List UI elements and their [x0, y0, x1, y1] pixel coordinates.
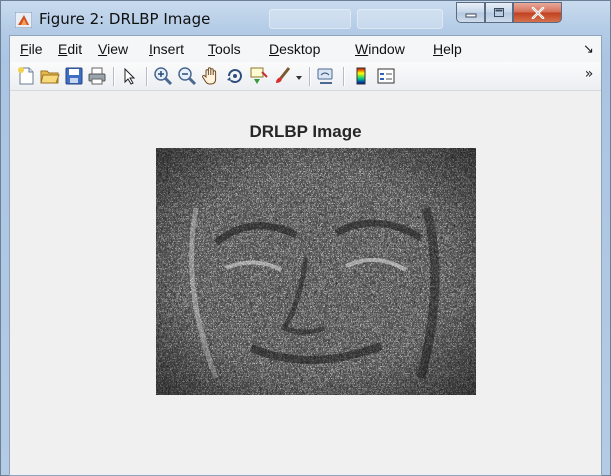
background-tab-ghost: [269, 9, 351, 29]
colorbar-icon[interactable]: [351, 66, 371, 86]
brush-dropdown-icon[interactable]: [293, 66, 305, 86]
background-tab-ghost: [357, 9, 443, 29]
minimize-button[interactable]: [456, 2, 485, 23]
menu-window[interactable]: Window: [355, 41, 405, 57]
figure-window: Figure 2: DRLBP Image File Edit View Ins…: [0, 0, 611, 476]
link-plot-icon[interactable]: [316, 66, 336, 86]
figure-toolbar: »: [10, 62, 601, 91]
axes-title: DRLBP Image: [249, 122, 362, 141]
legend-icon[interactable]: [376, 66, 396, 86]
new-figure-icon[interactable]: [16, 66, 36, 86]
menu-edit[interactable]: Edit: [58, 41, 82, 57]
menu-insert[interactable]: Insert: [149, 41, 184, 57]
window-title: Figure 2: DRLBP Image: [39, 10, 211, 28]
toolbar-separator: [146, 67, 148, 86]
zoom-in-icon[interactable]: [153, 66, 173, 86]
menu-desktop[interactable]: Desktop: [269, 41, 320, 57]
menu-file[interactable]: File: [20, 41, 43, 57]
close-button[interactable]: [513, 2, 562, 23]
matlab-figure-icon: [14, 11, 33, 29]
open-file-icon[interactable]: [40, 66, 60, 86]
zoom-out-icon[interactable]: [177, 66, 197, 86]
pan-hand-icon[interactable]: [201, 66, 221, 86]
brush-icon[interactable]: [273, 66, 293, 86]
close-icon: [531, 6, 544, 19]
figure-client-area: File Edit View Insert Tools Desktop Wind…: [9, 35, 602, 476]
edit-plot-arrow-icon[interactable]: [120, 66, 140, 86]
rotate-3d-icon[interactable]: [225, 66, 245, 86]
menu-bar: File Edit View Insert Tools Desktop Wind…: [10, 36, 601, 62]
maximize-icon: [494, 8, 504, 17]
title-bar[interactable]: Figure 2: DRLBP Image: [1, 1, 610, 35]
texture-image-icon: [156, 148, 476, 395]
menu-help[interactable]: Help: [433, 41, 462, 57]
toolbar-separator: [309, 67, 311, 86]
menu-tools[interactable]: Tools: [208, 41, 241, 57]
save-icon[interactable]: [64, 66, 84, 86]
maximize-button[interactable]: [485, 2, 513, 23]
data-cursor-icon[interactable]: [249, 66, 269, 86]
minimize-icon: [465, 13, 476, 17]
print-icon[interactable]: [87, 66, 107, 86]
drlbp-image[interactable]: [156, 148, 476, 395]
menu-pin-arrow-icon[interactable]: ↘: [583, 41, 594, 57]
toolbar-overflow-icon[interactable]: »: [582, 66, 596, 86]
toolbar-separator: [113, 67, 115, 86]
menu-view[interactable]: View: [98, 41, 128, 57]
toolbar-separator: [343, 67, 345, 86]
